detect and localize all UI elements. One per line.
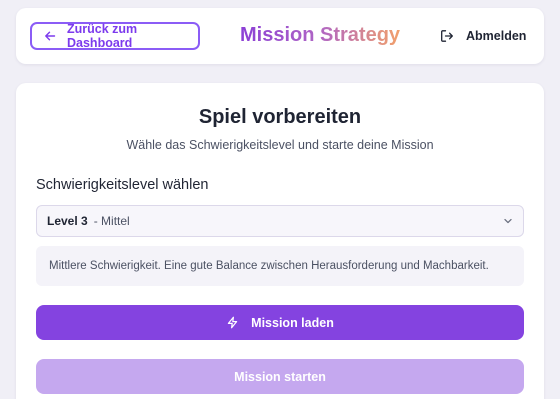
app-title: Mission Strategy — [240, 24, 401, 46]
selected-level-desc: - Mittel — [93, 214, 130, 228]
logout-icon — [440, 29, 454, 43]
mission-setup-card: Spiel vorbereiten Wähle das Schwierigkei… — [16, 83, 544, 399]
page-title: Spiel vorbereiten — [198, 106, 362, 128]
load-mission-label: Mission laden — [251, 315, 334, 330]
difficulty-select[interactable]: Level 3 - Mittel — [36, 205, 524, 237]
back-to-dashboard-button[interactable]: Zurück zum Dashboard — [30, 22, 200, 50]
selected-level: Level 3 — [47, 214, 88, 228]
load-mission-button[interactable]: Mission laden — [36, 305, 524, 340]
start-mission-button[interactable]: Mission starten — [36, 359, 524, 394]
start-mission-label: Mission starten — [234, 369, 326, 384]
logout-button[interactable]: Abmelden — [440, 26, 526, 46]
chevron-down-icon — [503, 216, 513, 226]
level-description: Mittlere Schwierigkeit. Eine gute Balanc… — [36, 246, 524, 286]
page-subtitle: Wähle das Schwierigkeitslevel und starte… — [126, 138, 434, 152]
bolt-icon — [226, 316, 239, 329]
arrow-left-icon — [44, 30, 56, 42]
logout-label: Abmelden — [466, 29, 527, 43]
back-button-label: Zurück zum Dashboard — [67, 22, 138, 50]
top-bar: Zurück zum Dashboard Mission Strategy Ab… — [16, 8, 544, 64]
difficulty-label: Schwierigkeitslevel wählen — [36, 177, 209, 193]
